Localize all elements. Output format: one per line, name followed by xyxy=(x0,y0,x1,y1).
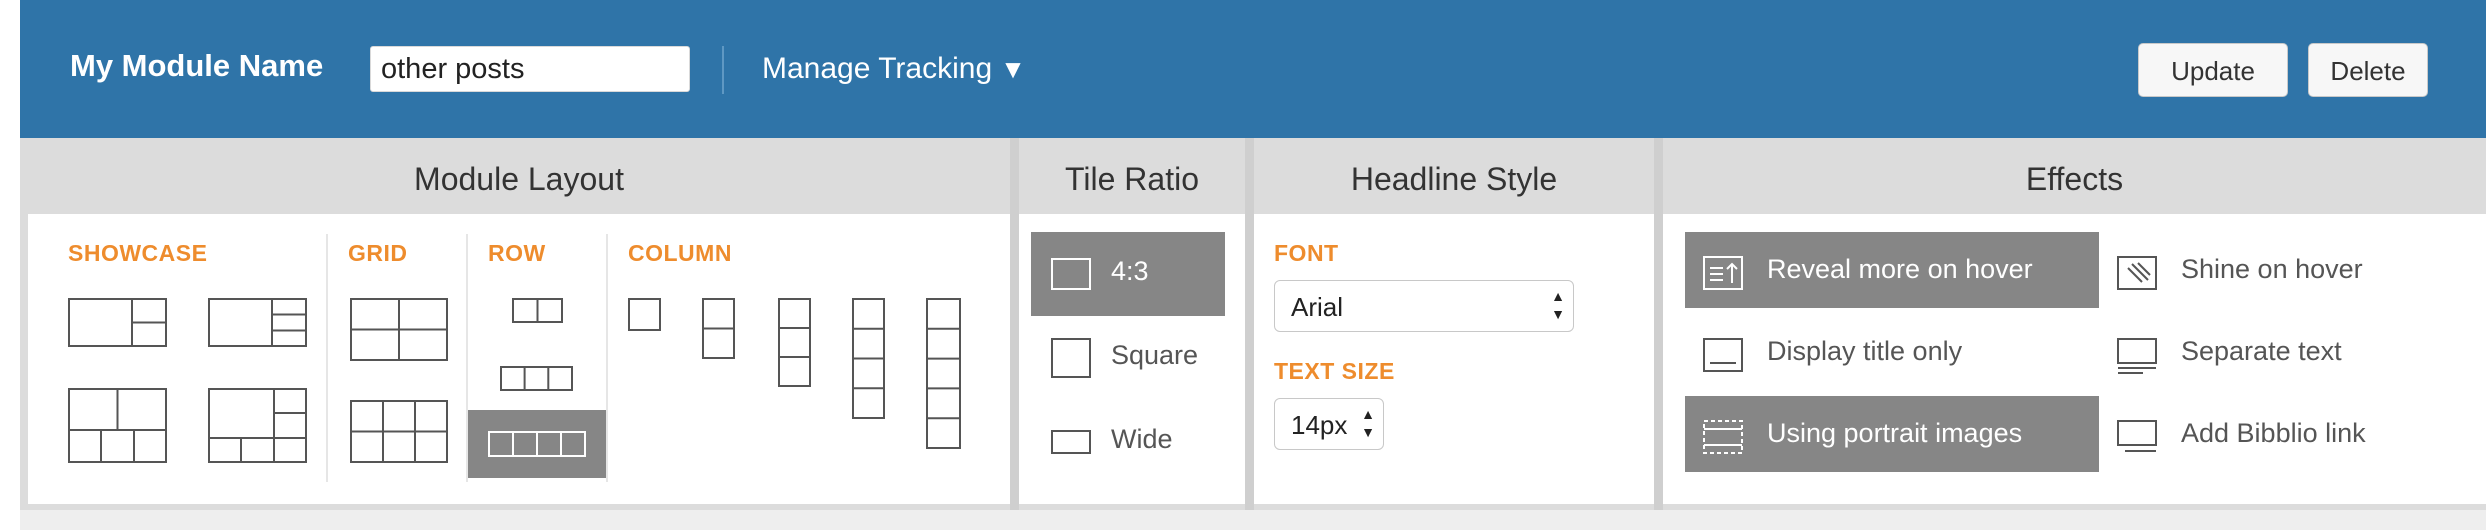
section-label-row: ROW xyxy=(488,240,546,266)
grid-2-icon xyxy=(350,400,448,463)
column-3-icon xyxy=(778,298,811,387)
module-name-label: My Module Name xyxy=(70,48,324,83)
text-size-select[interactable]: 14px ▲ ▼ xyxy=(1274,398,1384,450)
tile-ratio-option-wide[interactable]: Wide xyxy=(1031,400,1225,484)
layout-option-showcase-2[interactable] xyxy=(208,298,308,348)
settings-panels: Module Layout SHOWCASE GRID ROW COLUMN T… xyxy=(20,138,2486,530)
layout-option-row-3[interactable] xyxy=(500,366,574,392)
tile-ratio-label: Wide xyxy=(1111,424,1173,454)
title-only-icon xyxy=(1703,338,1743,372)
text-size-select-value: 14px xyxy=(1291,410,1348,440)
shine-icon xyxy=(2117,256,2157,290)
layout-option-row-2[interactable] xyxy=(512,298,564,324)
module-layout-title: Module Layout xyxy=(414,161,624,197)
effect-label: Display title only xyxy=(1767,336,1963,366)
portrait-images-icon xyxy=(1703,420,1743,454)
layout-option-row-4[interactable] xyxy=(468,410,606,478)
tile-ratio-label: 4:3 xyxy=(1111,256,1149,286)
ratio-wide-icon xyxy=(1051,430,1091,454)
column-4-icon xyxy=(852,298,885,419)
layout-option-column-1[interactable] xyxy=(628,298,662,332)
tile-ratio-label: Square xyxy=(1111,340,1199,370)
showcase-3-icon xyxy=(68,388,167,463)
effect-option-reveal-more[interactable]: Reveal more on hover xyxy=(1685,232,2099,308)
layout-option-grid-2[interactable] xyxy=(350,400,448,464)
row-4-icon xyxy=(488,431,586,457)
update-button[interactable]: Update xyxy=(2138,43,2288,97)
row-2-icon xyxy=(512,298,563,323)
caret-down-icon: ▼ xyxy=(1000,54,1026,84)
tile-ratio-panel: 4:3 Square Wide xyxy=(1019,214,1245,504)
layout-option-column-4[interactable] xyxy=(852,298,886,420)
layout-option-column-2[interactable] xyxy=(702,298,736,360)
effect-option-bibblio-link[interactable]: Add Bibblio link xyxy=(2099,396,2479,472)
section-label-showcase: SHOWCASE xyxy=(68,240,208,266)
module-header: My Module Name Manage Tracking▼ Update D… xyxy=(20,0,2486,138)
page: My Module Name Manage Tracking▼ Update D… xyxy=(0,0,2486,530)
manage-tracking-dropdown[interactable]: Manage Tracking ▼ xyxy=(762,52,1026,86)
ratio-4-3-icon xyxy=(1051,258,1091,290)
column-5-icon xyxy=(926,298,961,449)
font-select[interactable]: Arial ▲ ▼ xyxy=(1274,280,1574,332)
text-size-label: TEXT SIZE xyxy=(1274,358,1395,384)
showcase-4-icon xyxy=(208,388,307,463)
layout-option-column-5[interactable] xyxy=(926,298,962,450)
column-1-icon xyxy=(628,298,661,331)
select-arrows-icon: ▲ ▼ xyxy=(1551,288,1565,322)
manage-tracking-label: Manage Tracking xyxy=(762,52,993,85)
headline-style-title: Headline Style xyxy=(1350,161,1558,197)
effects-title: Effects xyxy=(2025,161,2124,197)
tile-ratio-title: Tile Ratio xyxy=(1065,161,1199,197)
headline-style-panel: FONT Arial ▲ ▼ TEXT SIZE 14px ▲ ▼ xyxy=(1254,214,1654,504)
reveal-more-icon xyxy=(1703,256,1743,290)
panel-divider xyxy=(1245,138,1254,510)
section-separator xyxy=(326,234,328,482)
layout-option-showcase-4[interactable] xyxy=(208,388,308,464)
module-name-input[interactable] xyxy=(370,46,690,92)
effect-option-shine[interactable]: Shine on hover xyxy=(2099,232,2479,308)
tile-ratio-option-square[interactable]: Square xyxy=(1031,316,1225,400)
effect-label: Separate text xyxy=(2181,336,2342,366)
effect-label: Add Bibblio link xyxy=(2181,418,2366,448)
effect-label: Reveal more on hover xyxy=(1767,254,2033,284)
font-label: FONT xyxy=(1274,240,1339,266)
header-divider xyxy=(722,46,724,94)
ratio-square-icon xyxy=(1051,338,1091,378)
separate-text-icon xyxy=(2117,338,2157,374)
font-select-value: Arial xyxy=(1291,292,1344,322)
effect-label: Using portrait images xyxy=(1767,418,2023,448)
effect-option-separate-text[interactable]: Separate text xyxy=(2099,314,2479,390)
section-separator xyxy=(606,234,608,482)
showcase-1-icon xyxy=(68,298,167,347)
grid-1-icon xyxy=(350,298,448,361)
effects-panel: Reveal more on hover Shine on hover Disp… xyxy=(1663,214,2486,504)
layout-option-showcase-1[interactable] xyxy=(68,298,168,348)
section-label-column: COLUMN xyxy=(628,240,732,266)
panel-divider xyxy=(1010,138,1019,510)
panel-divider xyxy=(1654,138,1663,510)
layout-option-grid-1[interactable] xyxy=(350,298,448,362)
effect-option-portrait-images[interactable]: Using portrait images xyxy=(1685,396,2099,472)
effect-label: Shine on hover xyxy=(2181,254,2363,284)
select-arrows-icon: ▲ ▼ xyxy=(1361,406,1375,440)
delete-button[interactable]: Delete xyxy=(2308,43,2428,97)
showcase-2-icon xyxy=(208,298,307,347)
panels-bottom-band xyxy=(20,510,2486,530)
section-label-grid: GRID xyxy=(348,240,408,266)
row-3-icon xyxy=(500,366,573,391)
column-2-icon xyxy=(702,298,735,359)
layout-option-showcase-3[interactable] xyxy=(68,388,168,464)
tile-ratio-option-4-3[interactable]: 4:3 xyxy=(1031,232,1225,316)
bibblio-link-icon xyxy=(2117,420,2157,452)
effect-option-title-only[interactable]: Display title only xyxy=(1685,314,2099,390)
layout-option-column-3[interactable] xyxy=(778,298,812,388)
